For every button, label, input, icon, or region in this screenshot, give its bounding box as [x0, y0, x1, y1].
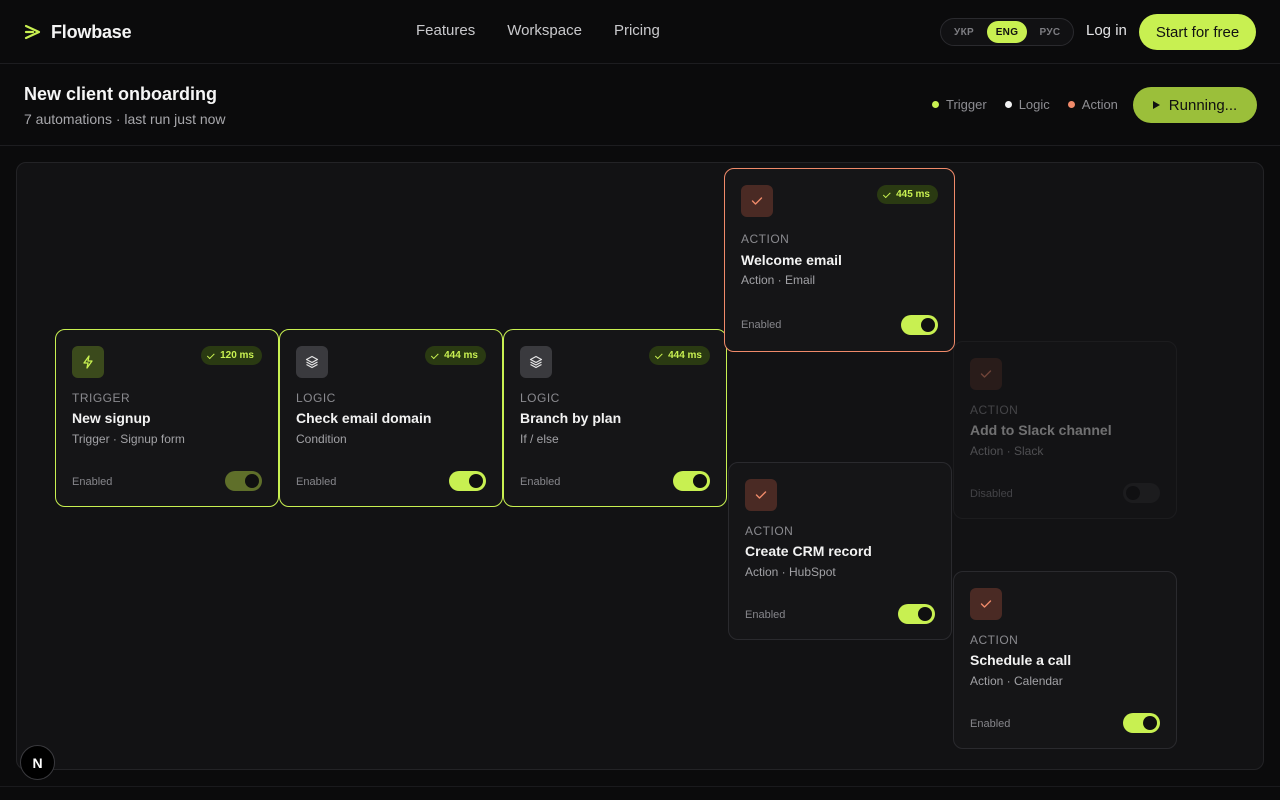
node-status: Enabled — [970, 718, 1011, 730]
login-link[interactable]: Log in — [1086, 22, 1127, 39]
run-label: Running... — [1168, 96, 1238, 114]
lang-option-eng[interactable]: ENG — [987, 21, 1027, 43]
bolt-icon — [72, 346, 104, 378]
legend-label: Trigger — [946, 97, 987, 112]
node-status: Disabled — [970, 488, 1013, 500]
run-button[interactable]: Running... — [1133, 87, 1257, 123]
brand-logo[interactable]: Flowbase — [24, 20, 132, 44]
duration-badge: 444 ms — [649, 346, 710, 365]
node-branch-by-plan[interactable]: 444 ms LOGIC Branch by plan If / else En… — [503, 329, 727, 507]
node-title: Schedule a call — [970, 652, 1072, 668]
check-icon — [654, 350, 663, 359]
node-description: Action · Email — [741, 273, 816, 287]
enable-toggle[interactable] — [901, 315, 938, 335]
node-description: Action · Calendar — [970, 674, 1063, 688]
check-icon — [882, 189, 891, 198]
legend-item-logic: Logic — [1004, 97, 1050, 112]
enable-toggle[interactable] — [673, 471, 710, 491]
duration-badge: 444 ms — [425, 346, 486, 365]
node-description: Condition — [296, 432, 347, 446]
layers-icon — [520, 346, 552, 378]
chevron-right-icon — [24, 24, 42, 40]
layers-icon — [296, 346, 328, 378]
lang-option-rus[interactable]: РУС — [1030, 21, 1070, 43]
nav-link-workspace[interactable]: Workspace — [507, 22, 582, 39]
node-status: Enabled — [741, 319, 782, 331]
node-check-email-domain[interactable]: 444 ms LOGIC Check email domain Conditio… — [279, 329, 503, 507]
node-type: ACTION — [970, 633, 1019, 647]
node-status: Enabled — [745, 609, 786, 621]
enable-toggle[interactable] — [1123, 483, 1160, 503]
node-add-to-slack[interactable]: ACTION Add to Slack channel Action · Sla… — [953, 341, 1177, 519]
legend-label: Logic — [1018, 97, 1050, 112]
node-description: Action · Slack — [970, 444, 1044, 458]
duration-badge: 445 ms — [877, 185, 938, 204]
page-title: New client onboarding — [24, 84, 218, 104]
node-legend: Trigger Logic Action — [932, 97, 1118, 112]
node-description: If / else — [520, 432, 559, 446]
dot-icon — [932, 101, 939, 108]
workflow-header: New client onboarding 7 automations · la… — [0, 65, 1280, 146]
lang-option-ukr[interactable]: УКР — [944, 21, 984, 43]
start-free-button[interactable]: Start for free — [1139, 14, 1256, 50]
legend-label: Action — [1081, 97, 1118, 112]
dot-icon — [1004, 101, 1012, 108]
enable-toggle[interactable] — [225, 471, 262, 491]
node-type: LOGIC — [296, 391, 336, 405]
duration-badge: 120 ms — [201, 346, 262, 365]
node-title: Branch by plan — [520, 410, 622, 426]
node-title: New signup — [72, 410, 151, 426]
node-status: Enabled — [72, 476, 113, 488]
node-description: Trigger · Signup form — [72, 432, 185, 446]
dev-tools-button[interactable]: N — [20, 745, 55, 780]
enable-toggle[interactable] — [449, 471, 486, 491]
node-title: Add to Slack channel — [970, 422, 1112, 438]
dot-icon — [1067, 101, 1075, 108]
check-icon — [970, 358, 1002, 390]
top-nav: Flowbase Features Workspace Pricing УКР … — [0, 0, 1280, 64]
node-create-crm-record[interactable]: ACTION Create CRM record Action · HubSpo… — [728, 462, 952, 640]
nav-link-pricing[interactable]: Pricing — [614, 22, 660, 39]
node-title: Check email domain — [296, 410, 432, 426]
node-type: ACTION — [970, 403, 1019, 417]
node-description: Action · HubSpot — [745, 565, 836, 579]
node-title: Create CRM record — [745, 543, 872, 559]
divider — [0, 786, 1280, 787]
node-type: ACTION — [741, 232, 790, 246]
enable-toggle[interactable] — [1123, 713, 1160, 733]
play-icon — [1152, 101, 1160, 109]
node-type: TRIGGER — [72, 391, 131, 405]
enable-toggle[interactable] — [898, 604, 935, 624]
check-icon — [206, 350, 215, 359]
check-icon — [741, 185, 773, 217]
legend-item-trigger: Trigger — [932, 97, 987, 112]
node-status: Enabled — [520, 476, 561, 488]
node-welcome-email[interactable]: 445 ms ACTION Welcome email Action · Ema… — [724, 168, 955, 352]
brand-name: Flowbase — [51, 21, 132, 42]
nav-links: Features Workspace Pricing — [416, 22, 660, 39]
node-status: Enabled — [296, 476, 337, 488]
check-icon — [970, 588, 1002, 620]
check-icon — [745, 479, 777, 511]
node-new-signup[interactable]: 120 ms TRIGGER New signup Trigger · Sign… — [55, 329, 279, 507]
page-subtitle: 7 automations · last run just now — [24, 111, 226, 127]
check-icon — [430, 350, 439, 359]
node-type: LOGIC — [520, 391, 560, 405]
node-title: Welcome email — [741, 252, 842, 268]
node-schedule-a-call[interactable]: ACTION Schedule a call Action · Calendar… — [953, 571, 1177, 749]
node-type: ACTION — [745, 524, 794, 538]
legend-item-action: Action — [1067, 97, 1118, 112]
language-switcher: УКР ENG РУС — [940, 18, 1074, 46]
nav-link-features[interactable]: Features — [416, 22, 475, 39]
